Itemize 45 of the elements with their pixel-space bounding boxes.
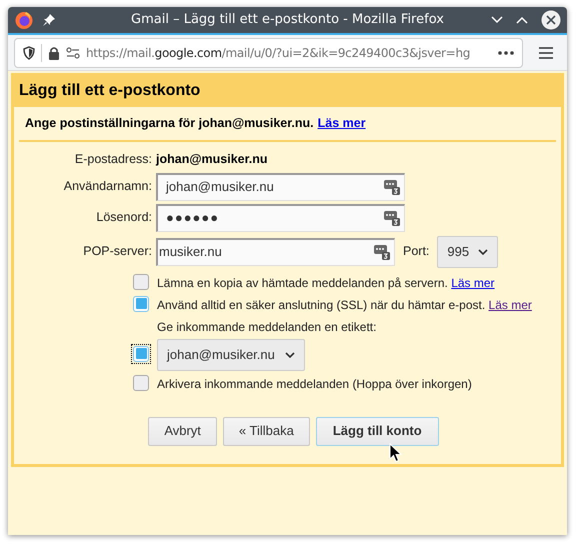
shield-icon[interactable] [23,46,35,60]
password-manager-icon[interactable] [374,244,390,260]
window-title: Gmail – Lägg till ett e-postkonto - Mozilla Firefox [130,11,445,30]
username-field[interactable]: johan@musiker.nu [156,172,405,200]
label-select[interactable]: johan@musiker.nu [157,338,305,370]
permissions-icon[interactable] [66,46,80,58]
field-label: E-postadress: [74,150,152,168]
option-label: Ge inkommande meddelanden en etikett: [157,318,376,336]
option-label: Använd alltid en säker anslutning (SSL) när du hämtar e-post. [157,298,486,312]
maximize-icon[interactable] [516,16,528,24]
lock-icon[interactable] [48,46,60,60]
caret-icon [284,352,295,358]
checkbox[interactable] [131,294,151,314]
minimize-icon[interactable] [491,16,503,24]
firefox-logo-icon [14,10,34,30]
checkbox[interactable] [131,344,151,364]
add-account-button[interactable]: Lägg till konto [316,416,439,446]
port-label: Port: [403,243,430,260]
field-label: POP-server: [82,243,152,260]
password-manager-icon[interactable] [384,179,400,195]
checkbox[interactable] [131,372,151,392]
field-label: Användarnamn: [62,178,152,196]
pop-server-field[interactable]: musiker.nu [156,238,395,266]
learn-more-link[interactable]: Läs mer [488,298,532,312]
email-address: johan@musiker.nu [156,150,268,168]
port-select[interactable]: 995 [437,236,498,268]
dialog-title: Lägg till ett e-postkonto [14,76,561,107]
mouse-cursor-icon [389,443,402,463]
menu-icon[interactable] [539,46,553,58]
option-label: Lämna en kopia av hämtade meddelanden på servern. [157,276,448,290]
option-label: Arkivera inkommande meddelanden (Hoppa över inkorgen) [157,376,472,390]
secondary-button[interactable]: « Tillbaka [222,416,310,446]
checkbox[interactable] [131,272,151,292]
secondary-button[interactable]: Avbryt [148,416,217,446]
learn-more-link[interactable]: Läs mer [318,114,366,133]
close-icon[interactable] [541,10,561,30]
password-manager-icon[interactable] [384,210,400,226]
intro-text: Ange postinställningarna för johan@musiker.nu. [25,115,314,132]
learn-more-link[interactable]: Läs mer [451,276,495,290]
more-icon[interactable] [498,50,514,54]
address-bar[interactable]: https://mail.google.com/mail/u/0/?ui=2&ik=9c249400c3&jsver=hg [14,38,523,68]
field-label: Lösenord: [95,209,152,226]
pin-icon[interactable] [43,14,55,26]
password-field[interactable]: ●●●●●● [156,204,405,232]
caret-icon [478,248,488,254]
